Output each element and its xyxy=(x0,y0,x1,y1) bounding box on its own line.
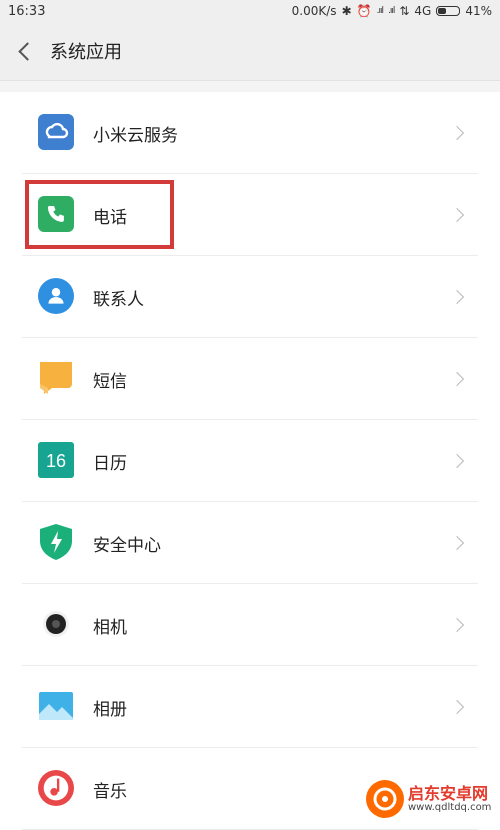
watermark-title: 启东安卓网 xyxy=(408,783,489,803)
list-item-label: 相册 xyxy=(93,699,127,720)
gallery-icon xyxy=(38,688,74,724)
status-bar: 16:33 0.00K/s ✱ ⏰ .ııl .ııl ⇅ 4G 41% xyxy=(0,0,500,22)
watermark: 启东安卓网 www.qdltdq.com xyxy=(366,776,498,822)
list-item-label: 安全中心 xyxy=(93,535,161,556)
calendar-day: 16 xyxy=(46,451,66,471)
phone-icon xyxy=(38,196,74,232)
list-item[interactable]: 电话 xyxy=(0,174,500,256)
chevron-right-icon xyxy=(449,617,465,633)
back-arrow-icon xyxy=(17,41,37,61)
watermark-logo-icon xyxy=(366,780,404,818)
chevron-right-icon xyxy=(449,371,465,387)
list-item[interactable]: 相册 xyxy=(0,666,500,748)
bluetooth-icon: ✱ xyxy=(341,4,352,18)
data-arrows-icon: ⇅ xyxy=(399,4,410,18)
chevron-right-icon xyxy=(449,125,465,141)
chevron-right-icon xyxy=(449,453,465,469)
list-item[interactable]: 16 日历 xyxy=(0,420,500,502)
alarm-icon: ⏰ xyxy=(356,4,372,18)
list-item-label: 日历 xyxy=(93,453,127,474)
cloud-icon xyxy=(38,114,74,150)
list-item[interactable]: 联系人 xyxy=(0,256,500,338)
camera-icon xyxy=(38,606,74,642)
list-item-label: 短信 xyxy=(93,371,127,392)
net-speed: 0.00K/s xyxy=(291,4,337,18)
settings-list: 小米云服务 电话 联系人 短信 16 日历 安全中心 相机 相册 音乐 xyxy=(0,92,500,830)
message-icon xyxy=(38,360,74,396)
chevron-right-icon xyxy=(449,535,465,551)
list-item[interactable]: 相机 xyxy=(0,584,500,666)
signal-icon: .ııl xyxy=(376,6,384,16)
status-time: 16:33 xyxy=(8,3,46,19)
music-icon xyxy=(38,770,74,806)
chevron-right-icon xyxy=(449,699,465,715)
list-item-label: 音乐 xyxy=(93,781,127,802)
signal-icon: .ııl xyxy=(387,6,395,16)
list-item[interactable]: 小米云服务 xyxy=(0,92,500,174)
list-item-label: 联系人 xyxy=(93,289,144,310)
watermark-url: www.qdltdq.com xyxy=(408,802,492,814)
network-type: 4G xyxy=(414,4,432,18)
status-icons: 0.00K/s ✱ ⏰ .ııl .ııl ⇅ 4G 41% xyxy=(292,4,492,18)
contact-icon xyxy=(38,278,74,314)
list-item-label: 小米云服务 xyxy=(93,125,178,146)
page-title: 系统应用 xyxy=(50,42,122,63)
chevron-right-icon xyxy=(449,289,465,305)
shield-icon xyxy=(38,524,74,560)
back-button[interactable] xyxy=(0,22,48,80)
app-header: 系统应用 xyxy=(0,22,500,81)
battery-percent: 41% xyxy=(465,4,492,18)
battery-icon xyxy=(436,6,461,16)
list-item[interactable]: 短信 xyxy=(0,338,500,420)
list-item-label: 电话 xyxy=(93,207,127,228)
list-item[interactable]: 安全中心 xyxy=(0,502,500,584)
chevron-right-icon xyxy=(449,207,465,223)
calendar-icon: 16 xyxy=(38,442,74,478)
list-item-label: 相机 xyxy=(93,617,127,638)
